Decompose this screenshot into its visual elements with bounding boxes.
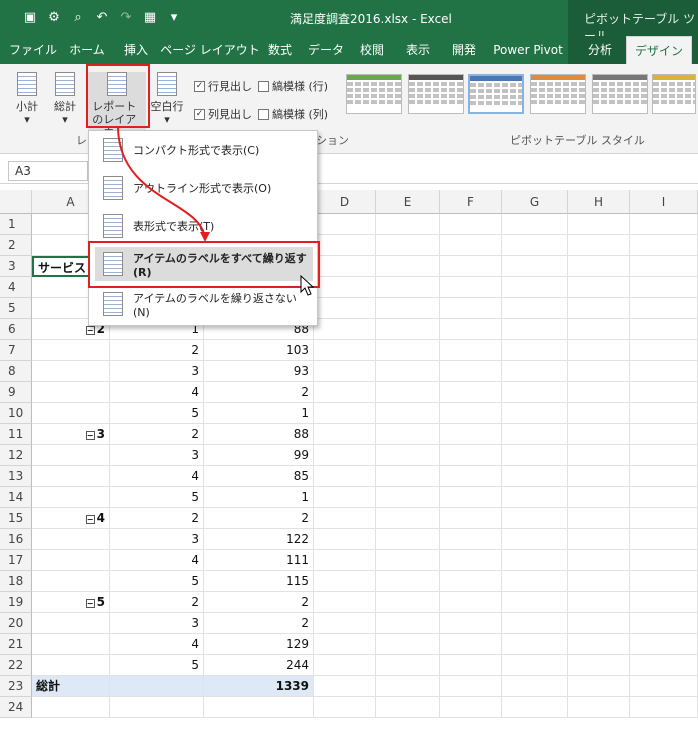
mouse-cursor-icon: [300, 275, 315, 296]
annotation-arrow: [117, 127, 210, 242]
arrow-head: [200, 232, 210, 242]
arrow-path: [117, 127, 206, 239]
